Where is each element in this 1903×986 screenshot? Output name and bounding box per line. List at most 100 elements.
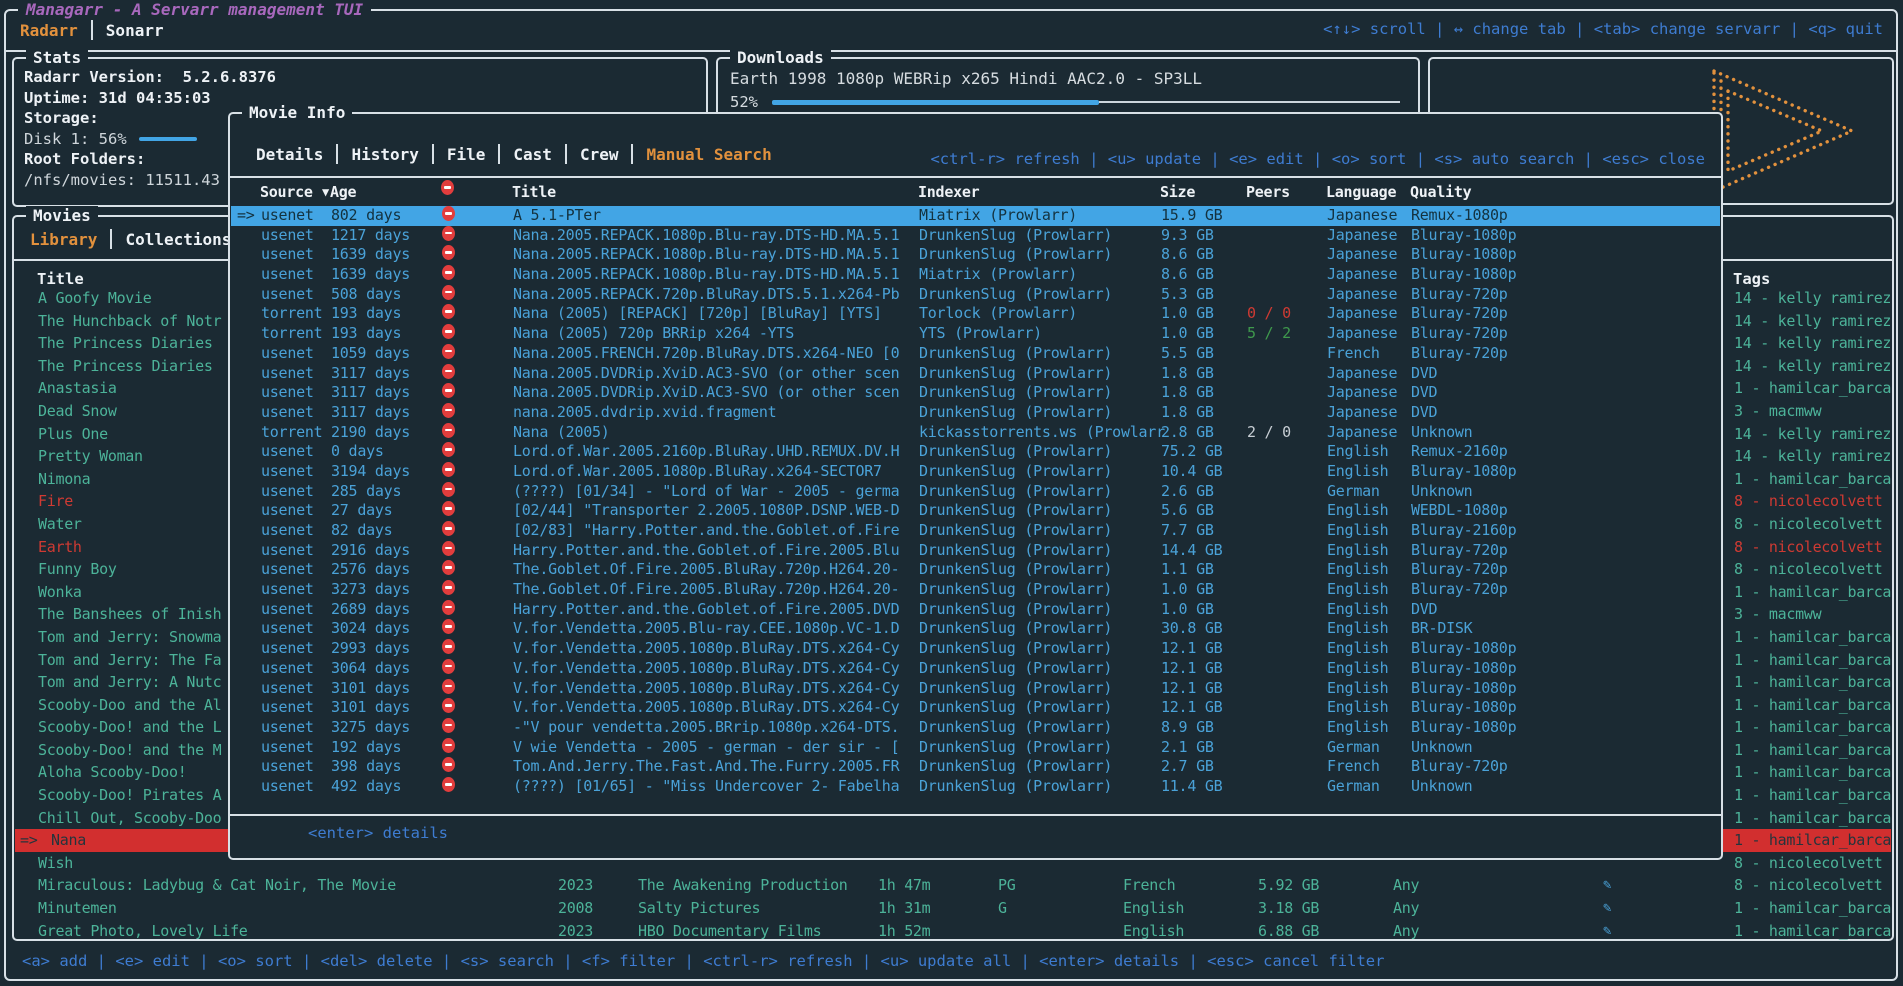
result-title: Nana.2005.DVDRip.XviD.AC3-SVO (or other … [513, 383, 899, 403]
result-language: English [1327, 521, 1388, 541]
search-result-row[interactable]: usenet508 daysNana.2005.REPACK.720p.BluR… [231, 285, 1720, 305]
movie-info-tab-history[interactable]: History [351, 145, 418, 164]
movie-tag: 1 - hamilcar_barca [1734, 649, 1891, 672]
result-quality: DVD [1411, 600, 1437, 620]
result-quality: BR-DISK [1411, 619, 1472, 639]
search-result-row[interactable]: usenet1059 daysNana.2005.FRENCH.720p.Blu… [231, 344, 1720, 364]
result-language: Japanese [1327, 206, 1397, 226]
movie-size: 6.88 GB [1258, 920, 1319, 943]
search-result-row[interactable]: usenet0 daysLord.of.War.2005.2160p.BluRa… [231, 442, 1720, 462]
movie-tag: 3 - macmww [1734, 603, 1821, 626]
search-result-row[interactable]: =>usenet802 daysA 5.1-PTerMiatrix (Prowl… [231, 206, 1720, 226]
search-result-row[interactable]: torrent2190 daysNana (2005)kickasstorren… [231, 423, 1720, 443]
search-result-row[interactable]: usenet3273 daysThe.Goblet.Of.Fire.2005.B… [231, 580, 1720, 600]
search-result-row[interactable]: usenet3024 daysV.for.Vendetta.2005.Blu-r… [231, 619, 1720, 639]
movie-title: The Hunchback of Notr [38, 310, 221, 333]
result-indexer: DrunkenSlug (Prowlarr) [919, 364, 1112, 384]
column-header-peers[interactable]: Peers [1246, 180, 1290, 204]
column-header-language[interactable]: Language [1326, 180, 1396, 204]
servarr-tab-radarr[interactable]: Radarr [20, 21, 78, 40]
column-header-age[interactable]: Age [330, 180, 356, 204]
result-source: usenet [261, 482, 314, 502]
movie-row[interactable]: Minutemen2008Salty Pictures1h 31mGEnglis… [15, 897, 1891, 920]
result-age: 2689 days [331, 600, 410, 620]
result-quality: Bluray-720p [1411, 560, 1508, 580]
search-result-row[interactable]: usenet3101 daysV.for.Vendetta.2005.1080p… [231, 698, 1720, 718]
movie-title: Dead Snow [38, 400, 117, 423]
search-result-row[interactable]: usenet1217 daysNana.2005.REPACK.1080p.Bl… [231, 226, 1720, 246]
result-title: Harry.Potter.and.the.Goblet.of.Fire.2005… [513, 541, 899, 561]
movie-row[interactable]: Great Photo, Lovely Life2023HBO Document… [15, 920, 1891, 943]
search-result-row[interactable]: usenet3101 daysV.for.Vendetta.2005.1080p… [231, 679, 1720, 699]
result-size: 30.8 GB [1161, 619, 1222, 639]
search-result-row[interactable]: usenet192 daysV wie Vendetta - 2005 - ge… [231, 738, 1720, 758]
movie-title: Scooby-Doo and the Al [38, 694, 221, 717]
movie-year: 2023 [558, 920, 593, 943]
search-result-row[interactable]: usenet2993 daysV.for.Vendetta.2005.1080p… [231, 639, 1720, 659]
result-source: usenet [261, 738, 314, 758]
search-result-row[interactable]: torrent193 daysNana (2005) [REPACK] [720… [231, 304, 1720, 324]
result-size: 1.0 GB [1161, 580, 1214, 600]
search-result-row[interactable]: usenet285 days(????) [01/34] - "Lord of … [231, 482, 1720, 502]
result-indexer: DrunkenSlug (Prowlarr) [919, 226, 1112, 246]
movie-tag: 1 - hamilcar_barca [1734, 920, 1891, 943]
movie-tag: 14 - kelly ramirez [1734, 445, 1891, 468]
library-tab-library[interactable]: Library [30, 230, 97, 249]
result-language: English [1327, 442, 1388, 462]
search-result-row[interactable]: usenet3194 daysLord.of.War.2005.1080p.Bl… [231, 462, 1720, 482]
rejected-icon [442, 580, 455, 595]
result-quality: Bluray-1080p [1411, 226, 1516, 246]
search-result-row[interactable]: usenet27 days[02/44] "Transporter 2.2005… [231, 501, 1720, 521]
result-indexer: DrunkenSlug (Prowlarr) [919, 501, 1112, 521]
servarr-tab-sonarr[interactable]: Sonarr [106, 21, 164, 40]
search-result-row[interactable]: usenet2689 daysHarry.Potter.and.the.Gobl… [231, 600, 1720, 620]
search-result-row[interactable]: usenet398 daysTom.And.Jerry.The.Fast.And… [231, 757, 1720, 777]
search-result-row[interactable]: usenet3117 daysNana.2005.DVDRip.XviD.AC3… [231, 364, 1720, 384]
result-quality: Bluray-720p [1411, 285, 1508, 305]
search-result-row[interactable]: usenet3117 daysnana.2005.dvdrip.xvid.fra… [231, 403, 1720, 423]
quill-icon: ✎ [1603, 897, 1611, 920]
column-header-quality[interactable]: Quality [1410, 180, 1471, 204]
result-source: usenet [261, 580, 314, 600]
result-indexer: DrunkenSlug (Prowlarr) [919, 679, 1112, 699]
movie-title: Plus One [38, 423, 108, 446]
result-age: 3101 days [331, 679, 410, 699]
movie-tag: 1 - hamilcar_barca [1734, 739, 1891, 762]
movie-info-tab-manual-search[interactable]: Manual Search [646, 145, 771, 164]
search-result-row[interactable]: usenet3117 daysNana.2005.DVDRip.XviD.AC3… [231, 383, 1720, 403]
movie-info-tab-cast[interactable]: Cast [513, 145, 552, 164]
search-result-row[interactable]: torrent193 daysNana (2005) 720p BRRip x2… [231, 324, 1720, 344]
search-result-row[interactable]: usenet82 days[02/83] "Harry.Potter.and.t… [231, 521, 1720, 541]
movie-title: Scooby-Doo! Pirates A [38, 784, 221, 807]
column-header-source[interactable]: Source [260, 180, 313, 204]
movie-tag: 14 - kelly ramirez [1734, 423, 1891, 446]
column-header-title[interactable]: Title [512, 180, 556, 204]
rejected-icon [441, 180, 454, 195]
column-header-size[interactable]: Size [1160, 180, 1195, 204]
search-result-row[interactable]: usenet3275 days-"V pour vendetta.2005.BR… [231, 718, 1720, 738]
result-size: 8.9 GB [1161, 718, 1214, 738]
result-quality: Bluray-2160p [1411, 521, 1516, 541]
result-source: usenet [261, 619, 314, 639]
result-indexer: YTS (Prowlarr) [919, 324, 1042, 344]
search-result-row[interactable]: usenet3064 daysV.for.Vendetta.2005.1080p… [231, 659, 1720, 679]
result-age: 3064 days [331, 659, 410, 679]
movie-row[interactable]: Miraculous: Ladybug & Cat Noir, The Movi… [15, 874, 1891, 897]
rejected-icon [442, 364, 455, 379]
tab-divider [110, 229, 112, 249]
rejected-icon [442, 718, 455, 733]
library-tab-collections[interactable]: Collections [125, 230, 231, 249]
column-header-indexer[interactable]: Indexer [918, 180, 979, 204]
search-result-row[interactable]: usenet1639 daysNana.2005.REPACK.1080p.Bl… [231, 265, 1720, 285]
search-result-row[interactable]: usenet492 days(????) [01/65] - "Miss Und… [231, 777, 1720, 797]
result-size: 12.1 GB [1161, 698, 1222, 718]
movie-info-tab-details[interactable]: Details [256, 145, 323, 164]
result-source: usenet [261, 245, 314, 265]
movie-info-tab-crew[interactable]: Crew [580, 145, 619, 164]
result-language: German [1327, 777, 1380, 797]
result-quality: Bluray-1080p [1411, 462, 1516, 482]
search-result-row[interactable]: usenet1639 daysNana.2005.REPACK.1080p.Bl… [231, 245, 1720, 265]
search-result-row[interactable]: usenet2576 daysThe.Goblet.Of.Fire.2005.B… [231, 560, 1720, 580]
search-result-row[interactable]: usenet2916 daysHarry.Potter.and.the.Gobl… [231, 541, 1720, 561]
movie-info-tab-file[interactable]: File [447, 145, 486, 164]
